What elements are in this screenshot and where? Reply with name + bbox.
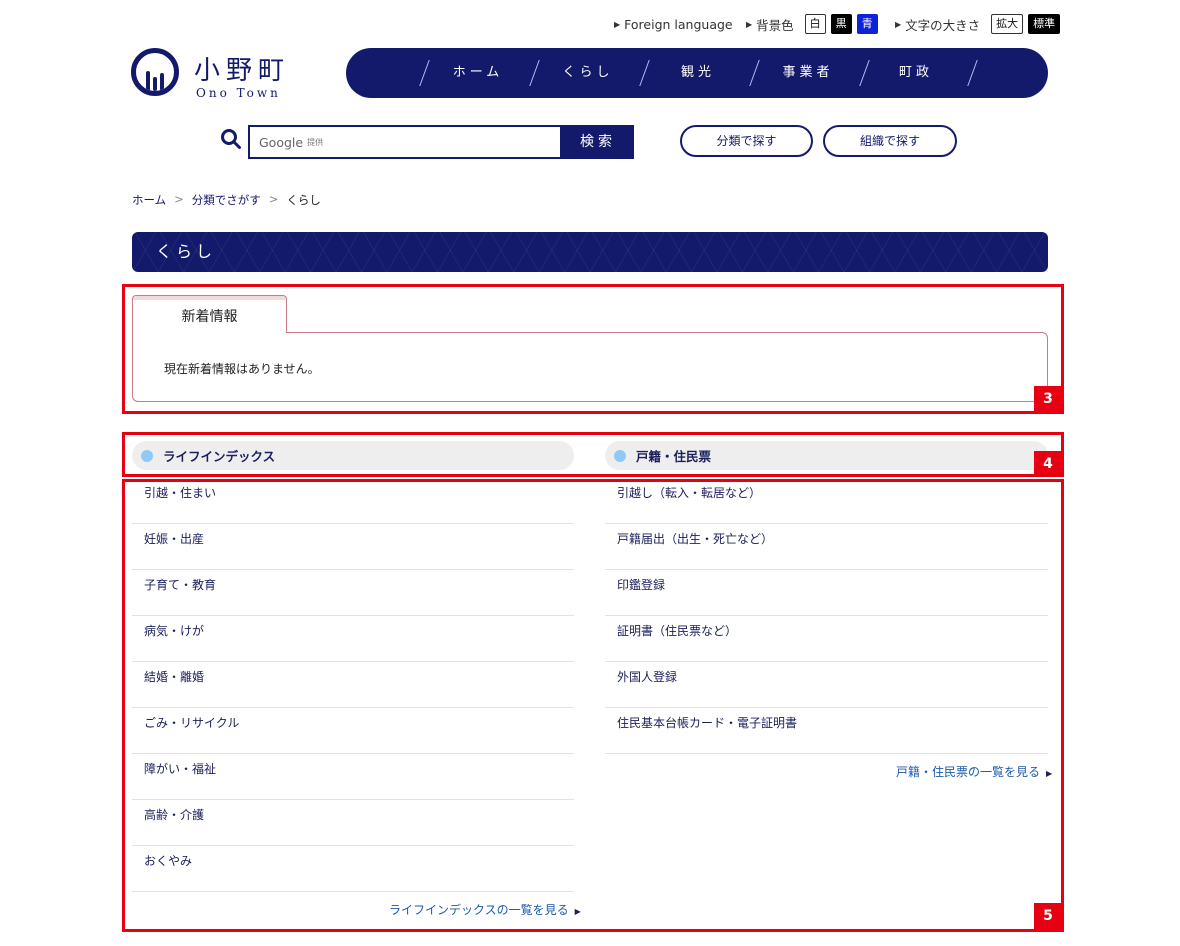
font-enlarge-button[interactable]: 拡大 (991, 14, 1024, 34)
annotation-box-5 (122, 479, 1064, 932)
foreign-language-label: Foreign language (624, 16, 733, 32)
search-by-organization-button[interactable]: 組織で探す (823, 125, 957, 157)
main-nav: ホーム くらし 観光 事業者 町政 (346, 48, 1048, 98)
annotation-tag-3: 3 (1034, 386, 1062, 412)
breadcrumb-current: くらし (286, 193, 321, 207)
town-name-en: Ono Town (196, 86, 281, 100)
annotation-tag-4: 4 (1034, 451, 1062, 477)
triangle-right-icon: ▶ (746, 19, 753, 29)
nav-item-home[interactable]: ホーム (428, 48, 528, 98)
bg-white-button[interactable]: 白 (804, 14, 826, 34)
nav-item-living[interactable]: くらし (538, 48, 638, 98)
news-tab[interactable]: 新着情報 (132, 295, 287, 333)
annotation-tag-5: 5 (1034, 903, 1062, 929)
font-standard-button[interactable]: 標準 (1028, 14, 1061, 34)
bg-color-control: ▶ 背景色 白 黒 青 (746, 14, 878, 34)
triangle-right-icon: ▶ (895, 19, 902, 29)
triangle-right-icon: ▶ (614, 19, 621, 29)
breadcrumb-category[interactable]: 分類でさがす (192, 192, 261, 208)
search-icon (221, 129, 241, 149)
breadcrumb-separator: > (268, 192, 279, 206)
font-size-label: 文字の大きさ (905, 17, 981, 33)
town-name-jp[interactable]: 小野町 (194, 50, 290, 87)
bg-black-button[interactable]: 黒 (830, 14, 852, 34)
nav-item-business[interactable]: 事業者 (758, 48, 858, 98)
search-provider: Google (259, 134, 304, 150)
town-logo-icon[interactable] (131, 48, 179, 96)
foreign-language-link[interactable]: ▶ Foreign language (614, 14, 733, 34)
nav-item-town-admin[interactable]: 町政 (866, 48, 966, 98)
search-input[interactable]: Google 提供 (248, 125, 562, 159)
breadcrumb: ホーム > 分類でさがす > くらし (132, 192, 321, 208)
search-provider-note: 提供 (307, 137, 324, 147)
breadcrumb-separator: > (174, 192, 184, 206)
bg-blue-button[interactable]: 青 (856, 14, 878, 34)
bg-color-label: 背景色 (756, 17, 794, 33)
nav-item-tourism[interactable]: 観光 (648, 48, 748, 98)
search-button[interactable]: 検索 (562, 125, 634, 159)
font-size-control: ▶ 文字の大きさ 拡大 標準 (895, 14, 1061, 34)
annotation-box-4 (122, 432, 1064, 477)
breadcrumb-home[interactable]: ホーム (132, 192, 166, 208)
search-by-category-button[interactable]: 分類で探す (680, 125, 813, 157)
page-title: くらし (132, 232, 1048, 272)
